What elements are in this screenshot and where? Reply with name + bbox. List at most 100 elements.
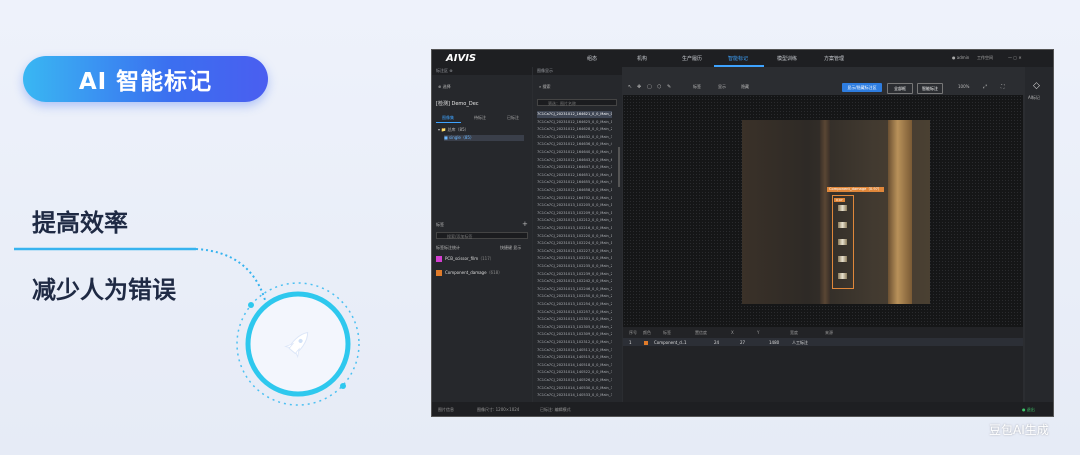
label-tool[interactable]: 标签	[693, 84, 701, 90]
file-list-item[interactable]: 7C1Ca7CJ_20231013_102305_0_0_Main_28_0	[537, 324, 612, 331]
tree-item-single[interactable]: ■ single（85）	[444, 135, 524, 141]
file-list-item[interactable]: 7C1Ca7CJ_20231014_140511_0_0_Main_31_0	[537, 347, 612, 354]
file-list-item[interactable]: 7C1Ca7CJ_20231012_164651_0_0_Main_8_0	[537, 172, 612, 179]
connector-dotted-line	[195, 248, 266, 301]
file-list-item[interactable]: 7C1Ca7CJ_20231012_164643_0_0_Main_6_0	[537, 157, 612, 164]
tab-config[interactable]: 组态	[587, 55, 597, 62]
cell-width: 1480	[769, 340, 780, 345]
table-row[interactable]: 1 Component_d... 1 24 27 1480 人工标注	[623, 338, 1023, 346]
file-list-item[interactable]: 7C1Ca7CJ_20231013_102224_0_0_Main_17_0	[537, 240, 612, 247]
annotation-small-label: 0.97	[834, 198, 845, 202]
smart-label-button[interactable]: 智能标注	[917, 83, 943, 94]
select-tool-icon[interactable]: ↖	[628, 84, 632, 90]
left-panel: 标注区 ⊕ ⊕ 选择 [检测] Demo_Dec 图像集 待标注 已标注 ▾ 📁…	[432, 67, 532, 402]
file-list-item[interactable]: 7C1Ca7CJ_20231013_102246_0_0_Main_23_0	[537, 286, 612, 293]
file-list-item[interactable]: 7C1Ca7CJ_20231013_102250_0_0_Main_24_0	[537, 293, 612, 300]
file-list-item[interactable]: 7C1Ca7CJ_20231013_102254_0_0_Main_25_0	[537, 301, 612, 308]
file-list-item[interactable]: 7C1Ca7CJ_20231014_140530_0_0_Main_36_0	[537, 385, 612, 392]
file-list-item[interactable]: 7C1Ca7CJ_20231012_164640_0_0_Main_5_0	[537, 149, 612, 156]
select-button[interactable]: ⊕ 选择	[438, 84, 451, 90]
rect-tool-icon[interactable]: ▢	[647, 84, 652, 90]
tab-model-training[interactable]: 模型训练	[777, 55, 797, 62]
file-list-item[interactable]: 7C1Ca7CJ_20231013_102216_0_0_Main_15_0	[537, 225, 612, 232]
file-list-item[interactable]: 7C1Ca7CJ_20231014_140522_0_0_Main_34_0	[537, 369, 612, 376]
file-list-item[interactable]: 7C1Ca7CJ_20231013_102231_0_0_Main_19_0	[537, 255, 612, 262]
status-mode: 已标注: 编辑模式	[540, 407, 571, 412]
scrollbar[interactable]	[618, 147, 620, 187]
file-list-item[interactable]: 7C1Ca7CJ_20231013_102312_0_0_Main_30_0	[537, 339, 612, 346]
exit-button[interactable]: ● 退出	[1022, 407, 1035, 413]
file-list-item[interactable]: 7C1Ca7CJ_20231012_164621_0_0_Main_0_0	[537, 111, 612, 118]
move-tool-icon[interactable]: ✥	[637, 84, 641, 90]
label-name: PCB_scissor_film	[445, 256, 479, 261]
label-search-input[interactable]: 搜索/添加标签	[436, 232, 528, 239]
file-list-item[interactable]: 7C1Ca7CJ_20231013_102212_0_0_Main_14_0	[537, 217, 612, 224]
file-list-item[interactable]: 7C1Ca7CJ_20231014_140515_0_0_Main_32_0	[537, 354, 612, 361]
label-item[interactable]: Component_damage（618）	[436, 268, 528, 278]
ai-label-button[interactable]: AI标记	[1028, 95, 1040, 101]
file-list-item[interactable]: 7C1Ca7CJ_20231013_102239_0_0_Main_21_0	[537, 271, 612, 278]
add-label-icon[interactable]: +	[522, 220, 528, 228]
file-list-item[interactable]: 7C1Ca7CJ_20231014_140518_0_0_Main_33_0	[537, 362, 612, 369]
file-list-item[interactable]: 7C1Ca7CJ_20231013_102235_0_0_Main_20_0	[537, 263, 612, 270]
annotation-bbox[interactable]	[832, 195, 854, 289]
hide-tool[interactable]: 隐藏	[741, 84, 749, 90]
show-tool[interactable]: 显示	[718, 84, 726, 90]
tab-solution-mgmt[interactable]: 方案管理	[824, 55, 844, 62]
fit-icon[interactable]: ⤢	[983, 84, 987, 90]
select-label: 选择	[442, 84, 451, 89]
file-search-button[interactable]: ⌕ 搜索	[539, 84, 551, 90]
workspace-label[interactable]: 工作空间	[977, 55, 993, 61]
fullscreen-icon[interactable]: ⛶	[1001, 84, 1005, 90]
active-tab-indicator	[714, 65, 764, 67]
file-list-item[interactable]: 7C1Ca7CJ_20231012_164647_0_0_Main_7_0	[537, 164, 612, 171]
cell-index: 1	[629, 340, 632, 345]
subtab-done[interactable]: 已标注	[507, 115, 519, 121]
file-list-item[interactable]: 7C1Ca7CJ_20231012_164658_0_0_Main_10_0	[537, 187, 612, 194]
cell-label: Component_d...	[654, 340, 686, 345]
file-list-item[interactable]: 7C1Ca7CJ_20231013_102209_0_0_Main_13_0	[537, 210, 612, 217]
file-list-item[interactable]: 7C1Ca7CJ_20231013_102227_0_0_Main_18_0	[537, 248, 612, 255]
tab-smart-label[interactable]: 智能标记	[728, 55, 748, 62]
file-list-item[interactable]: 7C1Ca7CJ_20231013_102301_0_0_Main_27_0	[537, 316, 612, 323]
user-name: admin	[956, 55, 970, 60]
file-list-item[interactable]: 7C1Ca7CJ_20231012_164655_0_0_Main_9_0	[537, 179, 612, 186]
window-controls[interactable]: — ▢ ✕	[1008, 55, 1022, 60]
file-list-item[interactable]: 7C1Ca7CJ_20231012_164636_0_0_Main_4_0	[537, 141, 612, 148]
tree-root[interactable]: ▾ 📁 总库（85）	[438, 127, 469, 133]
label-item[interactable]: PCB_scissor_film（117）	[436, 254, 528, 264]
file-list-item[interactable]: 7C1Ca7CJ_20231014_140526_0_0_Main_35_0	[537, 377, 612, 384]
tab-production-history[interactable]: 生产履历	[682, 55, 702, 62]
status-bar: 图片信息 图像尺寸: 1200×1024 已标注: 编辑模式 ● 退出	[432, 402, 1053, 416]
image-canvas[interactable]: Component_damage（0.97） 0.97	[623, 95, 1023, 327]
zoom-level[interactable]: 100%	[958, 84, 969, 89]
polygon-tool-icon[interactable]: ⬡	[657, 84, 661, 90]
subtab-pending[interactable]: 待标注	[474, 115, 486, 121]
all-boxes-button[interactable]: 全部框	[887, 83, 913, 94]
label-count: （117）	[478, 256, 494, 261]
subtab-imageset[interactable]: 图像集	[442, 115, 454, 121]
file-list-item[interactable]: 7C1Ca7CJ_20231013_102309_0_0_Main_29_0	[537, 331, 612, 338]
tab-mechanism[interactable]: 机构	[637, 55, 647, 62]
file-list-item[interactable]: 7C1Ca7CJ_20231013_102205_0_0_Main_12_0	[537, 202, 612, 209]
file-list-item[interactable]: 7C1Ca7CJ_20231012_164702_0_0_Main_11_0	[537, 195, 612, 202]
app-window: AIVIS 组态 机构 生产履历 智能标记 模型训练 方案管理 ● admin …	[431, 49, 1054, 417]
file-list-item[interactable]: 7C1Ca7CJ_20231013_102242_0_0_Main_22_0	[537, 278, 612, 285]
toggle-annotation-button[interactable]: 显示/隐藏标注区	[842, 83, 882, 92]
file-list-item[interactable]: 7C1Ca7CJ_20231014_140533_0_0_Main_37_0	[537, 392, 612, 399]
file-filter-input[interactable]: 筛选：图片名称	[537, 99, 617, 106]
brush-tool-icon[interactable]: ✎	[667, 84, 671, 90]
diamond-icon[interactable]: ◇	[1033, 81, 1040, 91]
ring-dot	[248, 302, 254, 308]
cell-x: 24	[714, 340, 720, 345]
cell-confidence: 1	[684, 340, 687, 345]
user-avatar[interactable]: ● admin	[952, 55, 969, 60]
file-list-item[interactable]: 7C1Ca7CJ_20231013_102257_0_0_Main_26_0	[537, 309, 612, 316]
file-list-item[interactable]: 7C1Ca7CJ_20231013_102220_0_0_Main_16_0	[537, 233, 612, 240]
file-list-item[interactable]: 7C1Ca7CJ_20231012_164625_0_0_Main_1_0	[537, 119, 612, 126]
right-sidebar: ◇ AI标记	[1025, 67, 1053, 402]
project-name[interactable]: [检测] Demo_Dec	[436, 100, 479, 107]
subtab-indicator	[436, 122, 461, 123]
file-list-item[interactable]: 7C1Ca7CJ_20231012_164632_0_0_Main_3_0	[537, 134, 612, 141]
file-list-item[interactable]: 7C1Ca7CJ_20231012_164628_0_0_Main_2_0	[537, 126, 612, 133]
